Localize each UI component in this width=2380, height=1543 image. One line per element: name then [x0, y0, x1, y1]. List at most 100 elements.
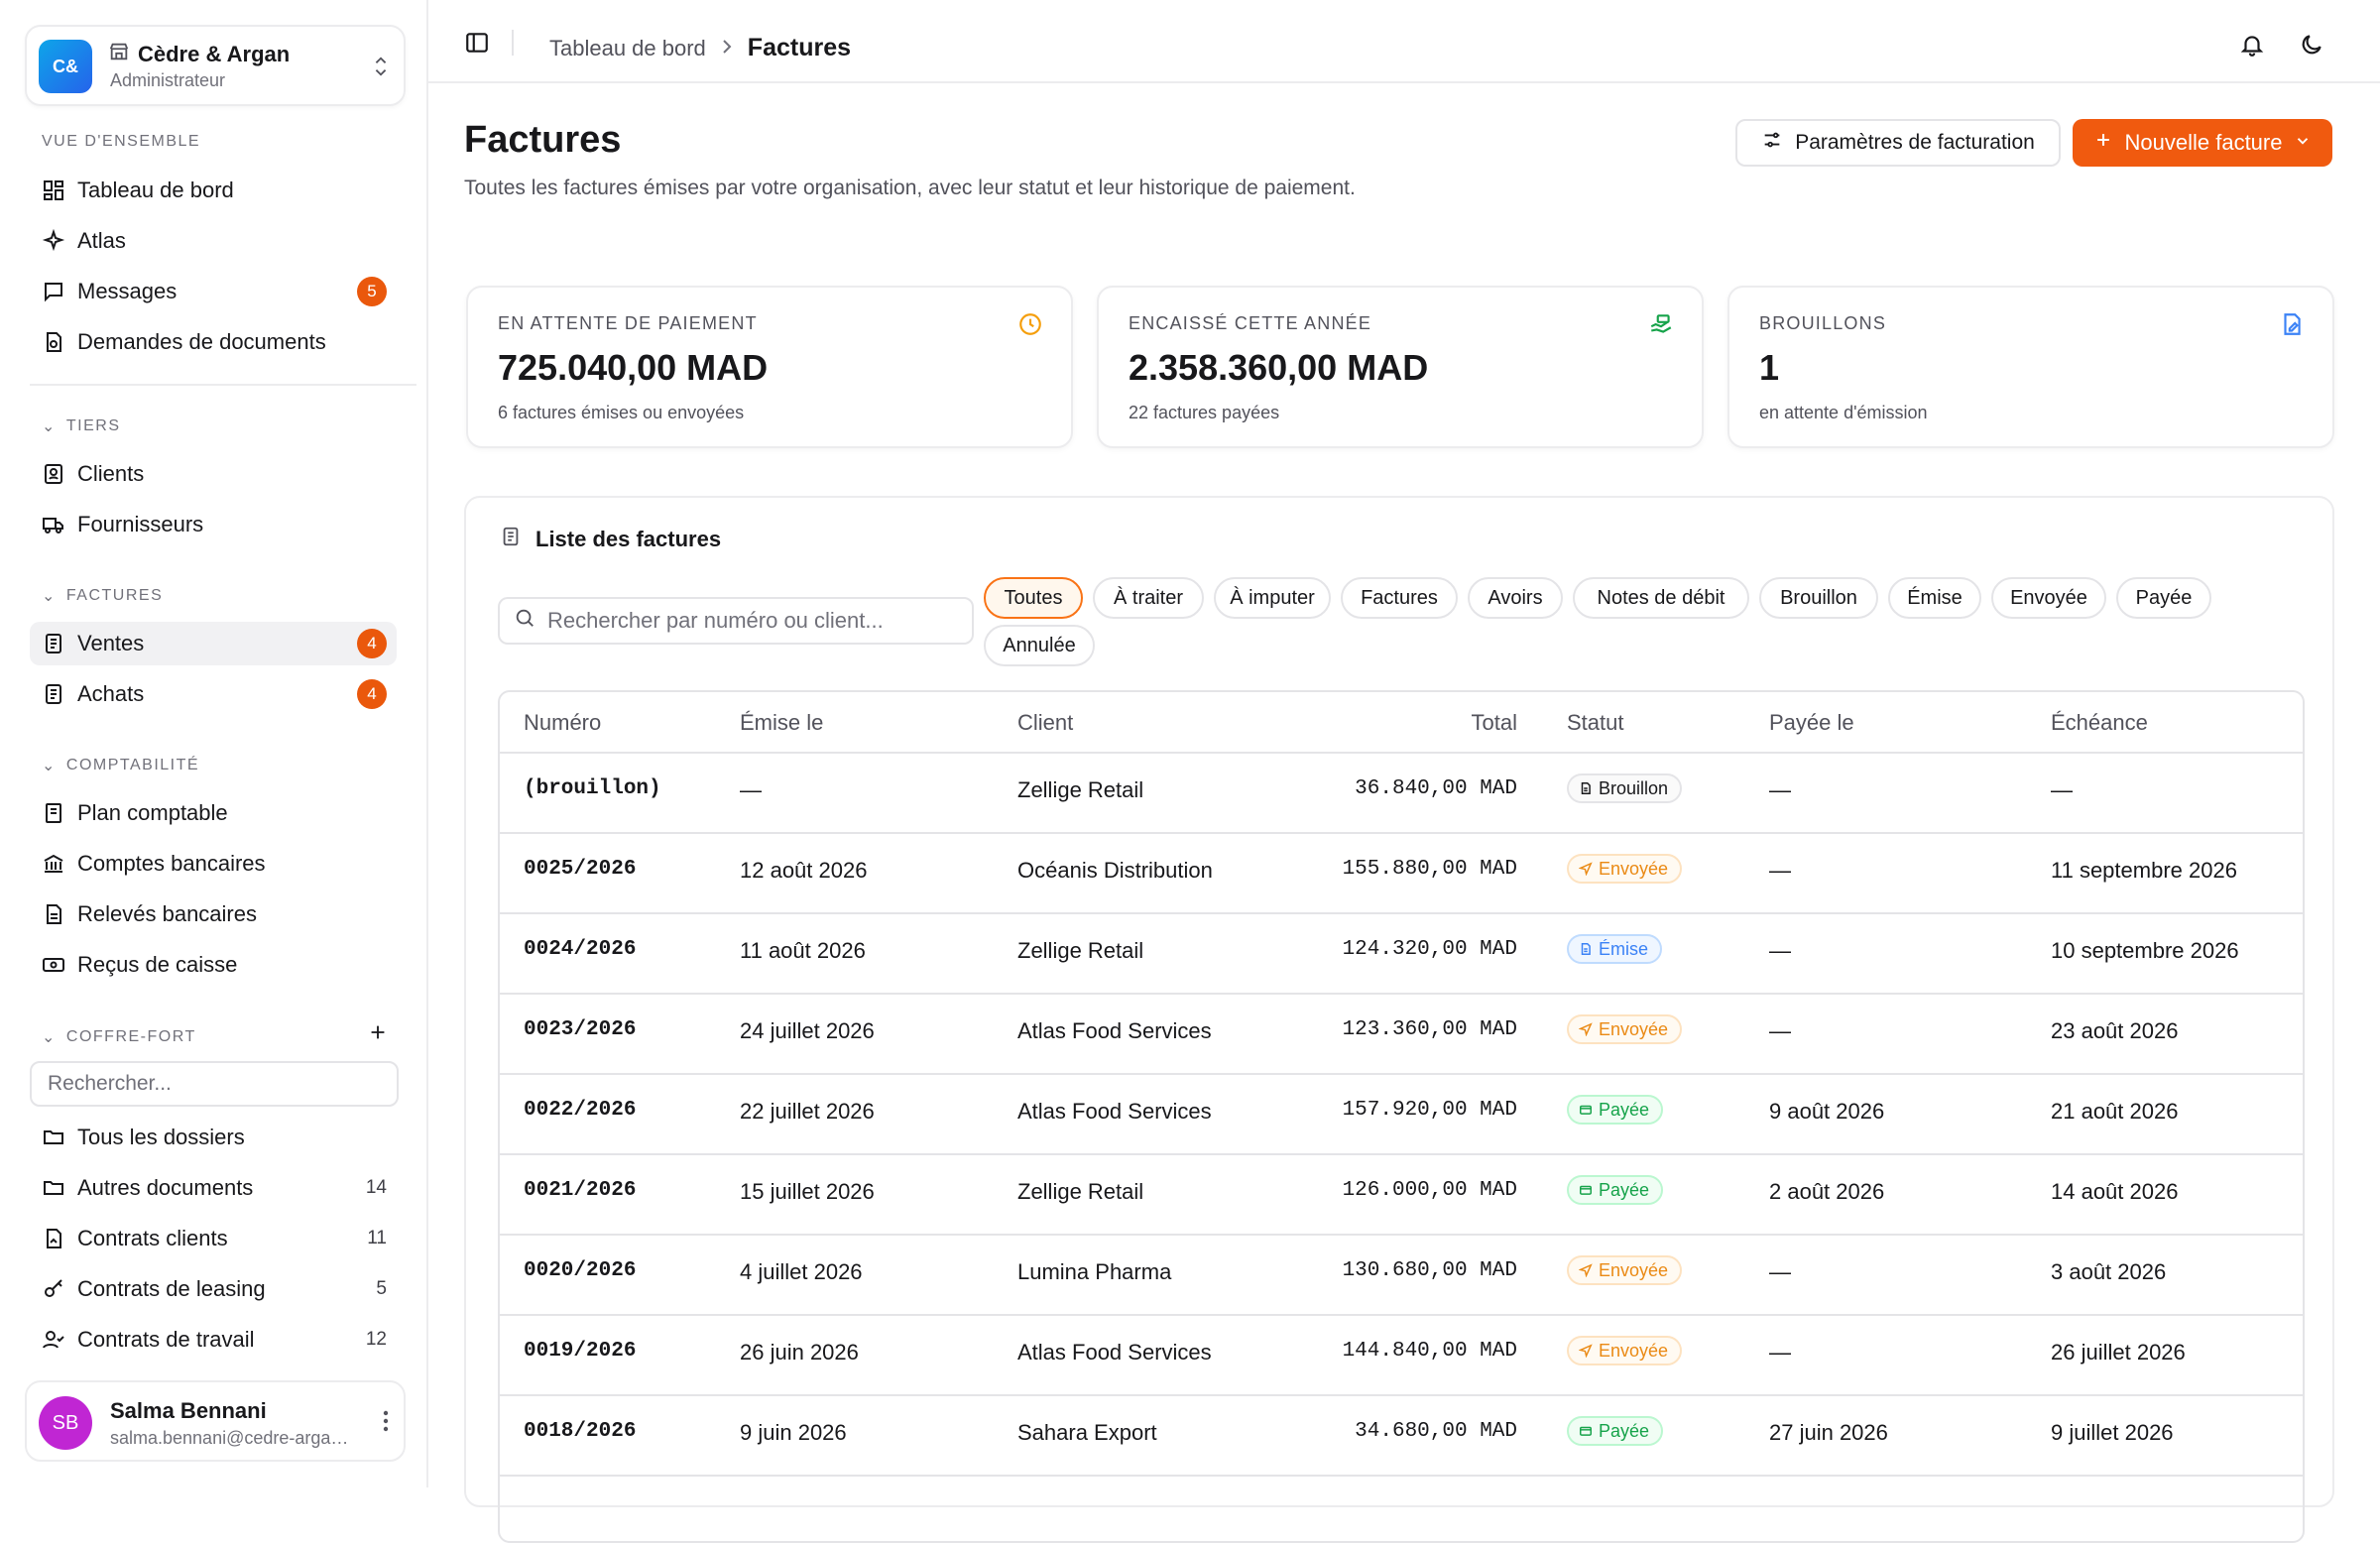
sidebar-item-leasing-contracts[interactable]: Contrats de leasing 5: [30, 1267, 397, 1311]
filter-chip-all[interactable]: Toutes: [984, 577, 1083, 619]
column-header-total[interactable]: Total: [1472, 710, 1517, 736]
status-badge: Envoyée: [1567, 1255, 1683, 1285]
sidebar-item-cash-receipts[interactable]: Reçus de caisse: [30, 943, 397, 987]
table-header: Numéro Émise le Client Total Statut Payé…: [500, 692, 2303, 754]
invoice-total: 123.360,00 MAD: [1342, 1018, 1517, 1041]
receipt-icon: [500, 526, 522, 553]
sidebar-item-other-documents[interactable]: Autres documents 14: [30, 1166, 397, 1210]
billing-settings-button[interactable]: Paramètres de facturation: [1735, 119, 2061, 167]
sidebar-toggle-icon[interactable]: [464, 30, 490, 60]
folder-count: 14: [365, 1177, 387, 1198]
issue-date: 9 juin 2026: [740, 1420, 847, 1445]
organization-switcher[interactable]: C& Cèdre & Argan Administrateur: [25, 25, 406, 106]
vault-search-input[interactable]: Rechercher...: [30, 1061, 399, 1107]
sidebar-item-employment-contracts[interactable]: Contrats de travail 12: [30, 1318, 397, 1362]
section-title-invoices[interactable]: ⌄ FACTURES: [42, 586, 163, 606]
issue-date: 11 août 2026: [740, 938, 866, 963]
sidebar: C& Cèdre & Argan Administrateur VUE D'EN…: [0, 0, 428, 1487]
stat-value: 725.040,00 MAD: [498, 347, 769, 388]
stat-sub: 22 factures payées: [1129, 403, 1280, 422]
page-title: Factures: [464, 119, 622, 161]
sidebar-item-chart-of-accounts[interactable]: Plan comptable: [30, 791, 397, 835]
sidebar-item-purchases[interactable]: Achats 4: [30, 672, 397, 716]
more-vertical-icon[interactable]: [382, 1408, 390, 1439]
sidebar-item-bank-statements[interactable]: Relevés bancaires: [30, 892, 397, 936]
sidebar-item-bank-accounts[interactable]: Comptes bancaires: [30, 842, 397, 886]
section-title-vault[interactable]: ⌄ COFFRE-FORT: [42, 1027, 196, 1047]
invoice-number: 0024/2026: [524, 938, 637, 961]
cash-hand-icon: [1648, 311, 1674, 342]
breadcrumb-parent[interactable]: Tableau de bord: [549, 36, 706, 61]
sidebar-item-all-folders[interactable]: Tous les dossiers: [30, 1116, 397, 1159]
sidebar-item-suppliers[interactable]: Fournisseurs: [30, 503, 397, 546]
due-date: 21 août 2026: [2051, 1099, 2179, 1124]
stat-card-pending: EN ATTENTE DE PAIEMENT 725.040,00 MAD 6 …: [466, 286, 1073, 448]
file-edit-icon: [2279, 311, 2305, 342]
sidebar-item-messages[interactable]: Messages 5: [30, 270, 397, 313]
stat-label: BROUILLONS: [1759, 313, 1887, 333]
filter-chip-cancelled[interactable]: Annulée: [984, 625, 1095, 666]
column-header-paid[interactable]: Payée le: [1769, 710, 1854, 736]
sidebar-item-atlas[interactable]: Atlas: [30, 219, 397, 263]
table-row[interactable]: 0018/2026 9 juin 2026 Sahara Export 34.680,…: [500, 1394, 2303, 1477]
column-header-due[interactable]: Échéance: [2051, 710, 2148, 736]
table-row[interactable]: 0025/2026 12 août 2026 Océanis Distributio…: [500, 832, 2303, 914]
issue-date: 12 août 2026: [740, 858, 868, 883]
table-row[interactable]: (brouillon) — Zellige Retail 36.840,00 MAD B…: [500, 752, 2303, 834]
table-row[interactable]: 0022/2026 22 juillet 2026 Atlas Food Servi…: [500, 1073, 2303, 1155]
status-label: Brouillon: [1599, 777, 1669, 798]
invoice-total: 126.000,00 MAD: [1342, 1179, 1517, 1202]
filter-chip-invoices[interactable]: Factures: [1341, 577, 1458, 619]
store-icon: [108, 41, 130, 68]
status-label: Envoyée: [1599, 1018, 1669, 1039]
moon-icon[interactable]: [2299, 32, 2324, 62]
add-folder-icon[interactable]: [367, 1021, 389, 1048]
filter-chip-draft[interactable]: Brouillon: [1759, 577, 1878, 619]
bell-icon[interactable]: [2239, 32, 2265, 62]
sidebar-item-sales[interactable]: Ventes 4: [30, 622, 397, 665]
column-header-status[interactable]: Statut: [1567, 710, 1623, 736]
filter-chip-debit-notes[interactable]: Notes de débit: [1573, 577, 1749, 619]
due-date: 10 septembre 2026: [2051, 938, 2239, 963]
filter-chip-to-allocate[interactable]: À imputer: [1214, 577, 1331, 619]
sidebar-item-dashboard[interactable]: Tableau de bord: [30, 169, 397, 212]
sidebar-item-label: Contrats de travail: [77, 1327, 255, 1352]
status-label: Payée: [1599, 1099, 1650, 1120]
send-icon: [1579, 1344, 1593, 1358]
search-icon: [514, 607, 536, 635]
table-row[interactable]: 0021/2026 15 juillet 2026 Zellige Retail 12…: [500, 1153, 2303, 1236]
stat-value: 1: [1759, 347, 1780, 388]
filter-chip-paid[interactable]: Payée: [2116, 577, 2211, 619]
section-title-accounting[interactable]: ⌄ COMPTABILITÉ: [42, 756, 199, 775]
filter-chip-credit-notes[interactable]: Avoirs: [1468, 577, 1563, 619]
user-email: salma.bennani@cedre-argan.ma: [110, 1428, 358, 1448]
table-row[interactable]: 0020/2026 4 juillet 2026 Lumina Pharma 130.…: [500, 1234, 2303, 1316]
stat-card-collected: ENCAISSÉ CETTE ANNÉE 2.358.360,00 MAD 22…: [1097, 286, 1704, 448]
status-badge: Émise: [1567, 934, 1663, 964]
table-row[interactable]: 0023/2026 24 juillet 2026 Atlas Food Servi…: [500, 993, 2303, 1075]
sidebar-item-client-contracts[interactable]: Contrats clients 11: [30, 1217, 397, 1260]
filter-chip-sent[interactable]: Envoyée: [1991, 577, 2106, 619]
folder-open-icon: [40, 1124, 67, 1151]
chevrons-up-down-icon: [370, 53, 392, 85]
sidebar-item-document-requests[interactable]: Demandes de documents: [30, 320, 397, 364]
invoice-search-input[interactable]: Rechercher par numéro ou client...: [498, 597, 974, 645]
section-title-tiers[interactable]: ⌄ TIERS: [42, 416, 121, 436]
status-label: Émise: [1599, 938, 1649, 959]
table-row[interactable]: 0019/2026 26 juin 2026 Atlas Food Services…: [500, 1314, 2303, 1396]
invoice-total: 144.840,00 MAD: [1342, 1340, 1517, 1363]
sidebar-item-label: Fournisseurs: [77, 512, 204, 536]
due-date: 26 juillet 2026: [2051, 1340, 2186, 1365]
filter-chip-issued[interactable]: Émise: [1888, 577, 1981, 619]
filter-chip-to-process[interactable]: À traiter: [1093, 577, 1204, 619]
column-header-client[interactable]: Client: [1017, 710, 1073, 736]
sidebar-item-label: Autres documents: [77, 1175, 254, 1200]
organization-name-row: Cèdre & Argan: [108, 41, 290, 68]
column-header-issued[interactable]: Émise le: [740, 710, 823, 736]
new-invoice-button[interactable]: Nouvelle facture: [2073, 119, 2332, 167]
invoice-total: 34.680,00 MAD: [1355, 1420, 1517, 1443]
table-row[interactable]: 0024/2026 11 août 2026 Zellige Retail 124.3…: [500, 912, 2303, 995]
sidebar-item-clients[interactable]: Clients: [30, 452, 397, 496]
column-header-number[interactable]: Numéro: [524, 710, 601, 736]
user-menu[interactable]: SB Salma Bennani salma.bennani@cedre-arg…: [25, 1380, 406, 1462]
